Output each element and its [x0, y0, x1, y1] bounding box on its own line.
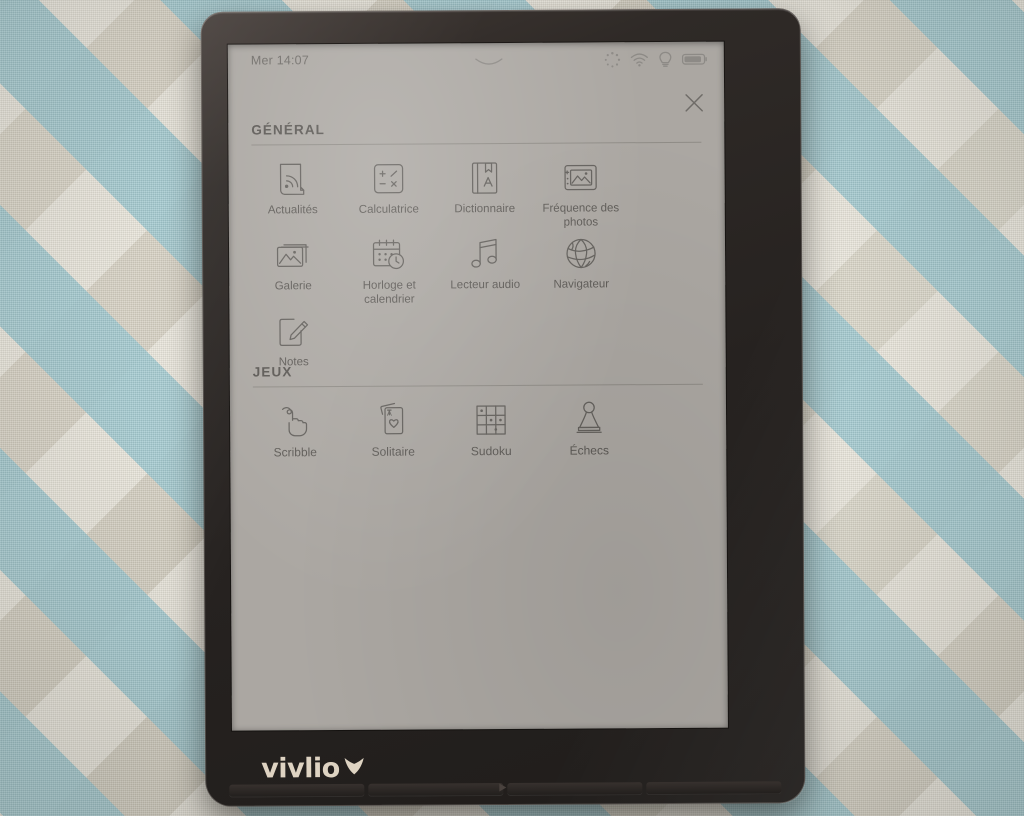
section-title-general: GÉNÉRAL — [251, 122, 326, 138]
gallery-photos-icon — [273, 235, 313, 275]
hardware-button-left[interactable] — [229, 783, 365, 798]
app-label: Galerie — [274, 280, 312, 293]
app-scribble[interactable]: Scribble — [246, 401, 344, 460]
wifi-icon[interactable] — [630, 52, 649, 67]
app-lecteur-audio[interactable]: Lecteur audio — [437, 234, 533, 307]
note-pencil-icon — [273, 311, 313, 351]
app-label: Actualités — [267, 204, 318, 217]
app-solitaire[interactable]: A Solitaire — [344, 400, 442, 459]
app-dictionnaire[interactable]: Dictionnaire — [436, 158, 532, 231]
svg-text:A: A — [387, 409, 392, 418]
rss-news-icon — [272, 159, 312, 199]
status-icon-group — [604, 51, 708, 69]
play-marker-icon — [497, 782, 508, 793]
app-label: Calculatrice — [358, 203, 419, 216]
app-frequence-des-photos[interactable]: Fréquence des photos — [532, 157, 628, 230]
chevron-down-icon[interactable] — [474, 57, 504, 69]
app-label: Solitaire — [371, 444, 415, 459]
sync-spinner-icon[interactable] — [604, 51, 621, 68]
app-navigateur[interactable]: Navigateur — [533, 233, 629, 306]
calendar-clock-icon — [369, 235, 409, 275]
app-label: Horloge et calendrier — [362, 279, 416, 306]
app-calculatrice[interactable]: Calculatrice — [340, 158, 436, 231]
screenshot-root: Mer 14:07 GÉNÉRAL Actualités Calculatric… — [0, 0, 1024, 816]
eink-screen: Mer 14:07 GÉNÉRAL Actualités Calculatric… — [227, 41, 728, 731]
globe-browser-icon — [561, 233, 601, 273]
section-title-jeux: JEUX — [252, 364, 293, 380]
hardware-button-right[interactable] — [646, 781, 782, 796]
playing-cards-icon: A — [373, 401, 413, 441]
photo-frame-icon — [560, 157, 600, 197]
close-icon[interactable] — [681, 90, 707, 116]
music-note-icon — [465, 234, 505, 274]
app-label: Fréquence des photos — [542, 202, 620, 229]
hand-scribble-icon — [275, 401, 315, 441]
hardware-button-center-right[interactable] — [507, 782, 643, 796]
status-bar: Mer 14:07 — [228, 42, 724, 79]
app-label: Sudoku — [470, 443, 512, 459]
ereader-device: Mer 14:07 GÉNÉRAL Actualités Calculatric… — [200, 8, 806, 807]
app-echecs[interactable]: Échecs — [540, 399, 638, 458]
app-label: Échecs — [569, 443, 609, 458]
app-label: Scribble — [273, 445, 317, 460]
calculator-icon — [368, 159, 408, 199]
app-label: Navigateur — [553, 278, 610, 291]
brand-name: vivlio — [261, 753, 340, 785]
section-general: GÉNÉRAL Actualités Calculatrice Dictionn… — [228, 120, 726, 375]
app-grid-general: Actualités Calculatrice Dictionnaire Fré… — [228, 143, 725, 375]
chess-pawn-icon — [569, 399, 609, 439]
sudoku-grid-icon — [471, 400, 511, 440]
app-label: Lecteur audio — [450, 278, 521, 292]
status-time: Mer 14:07 — [250, 53, 310, 68]
frontlight-bulb-icon[interactable] — [658, 51, 673, 68]
app-sudoku[interactable]: Sudoku — [442, 400, 540, 459]
battery-icon[interactable] — [681, 53, 708, 66]
app-notes[interactable]: Notes — [245, 311, 341, 370]
app-grid-jeux: Scribble A Solitaire Sudoku Échecs — [230, 385, 726, 465]
heart-v-mark-icon — [342, 755, 366, 777]
app-horloge-et-calendrier[interactable]: Horloge et calendrier — [341, 234, 437, 307]
app-actualites[interactable]: Actualités — [244, 159, 340, 232]
app-galerie[interactable]: Galerie — [245, 235, 341, 308]
section-jeux: JEUX Scribble A Solitaire Sudoku Échecs — [230, 362, 727, 465]
brand-logo: vivlio — [261, 753, 366, 785]
hardware-button-center-left[interactable] — [368, 783, 504, 797]
app-label: Dictionnaire — [454, 202, 516, 216]
dictionary-book-icon — [464, 158, 504, 198]
